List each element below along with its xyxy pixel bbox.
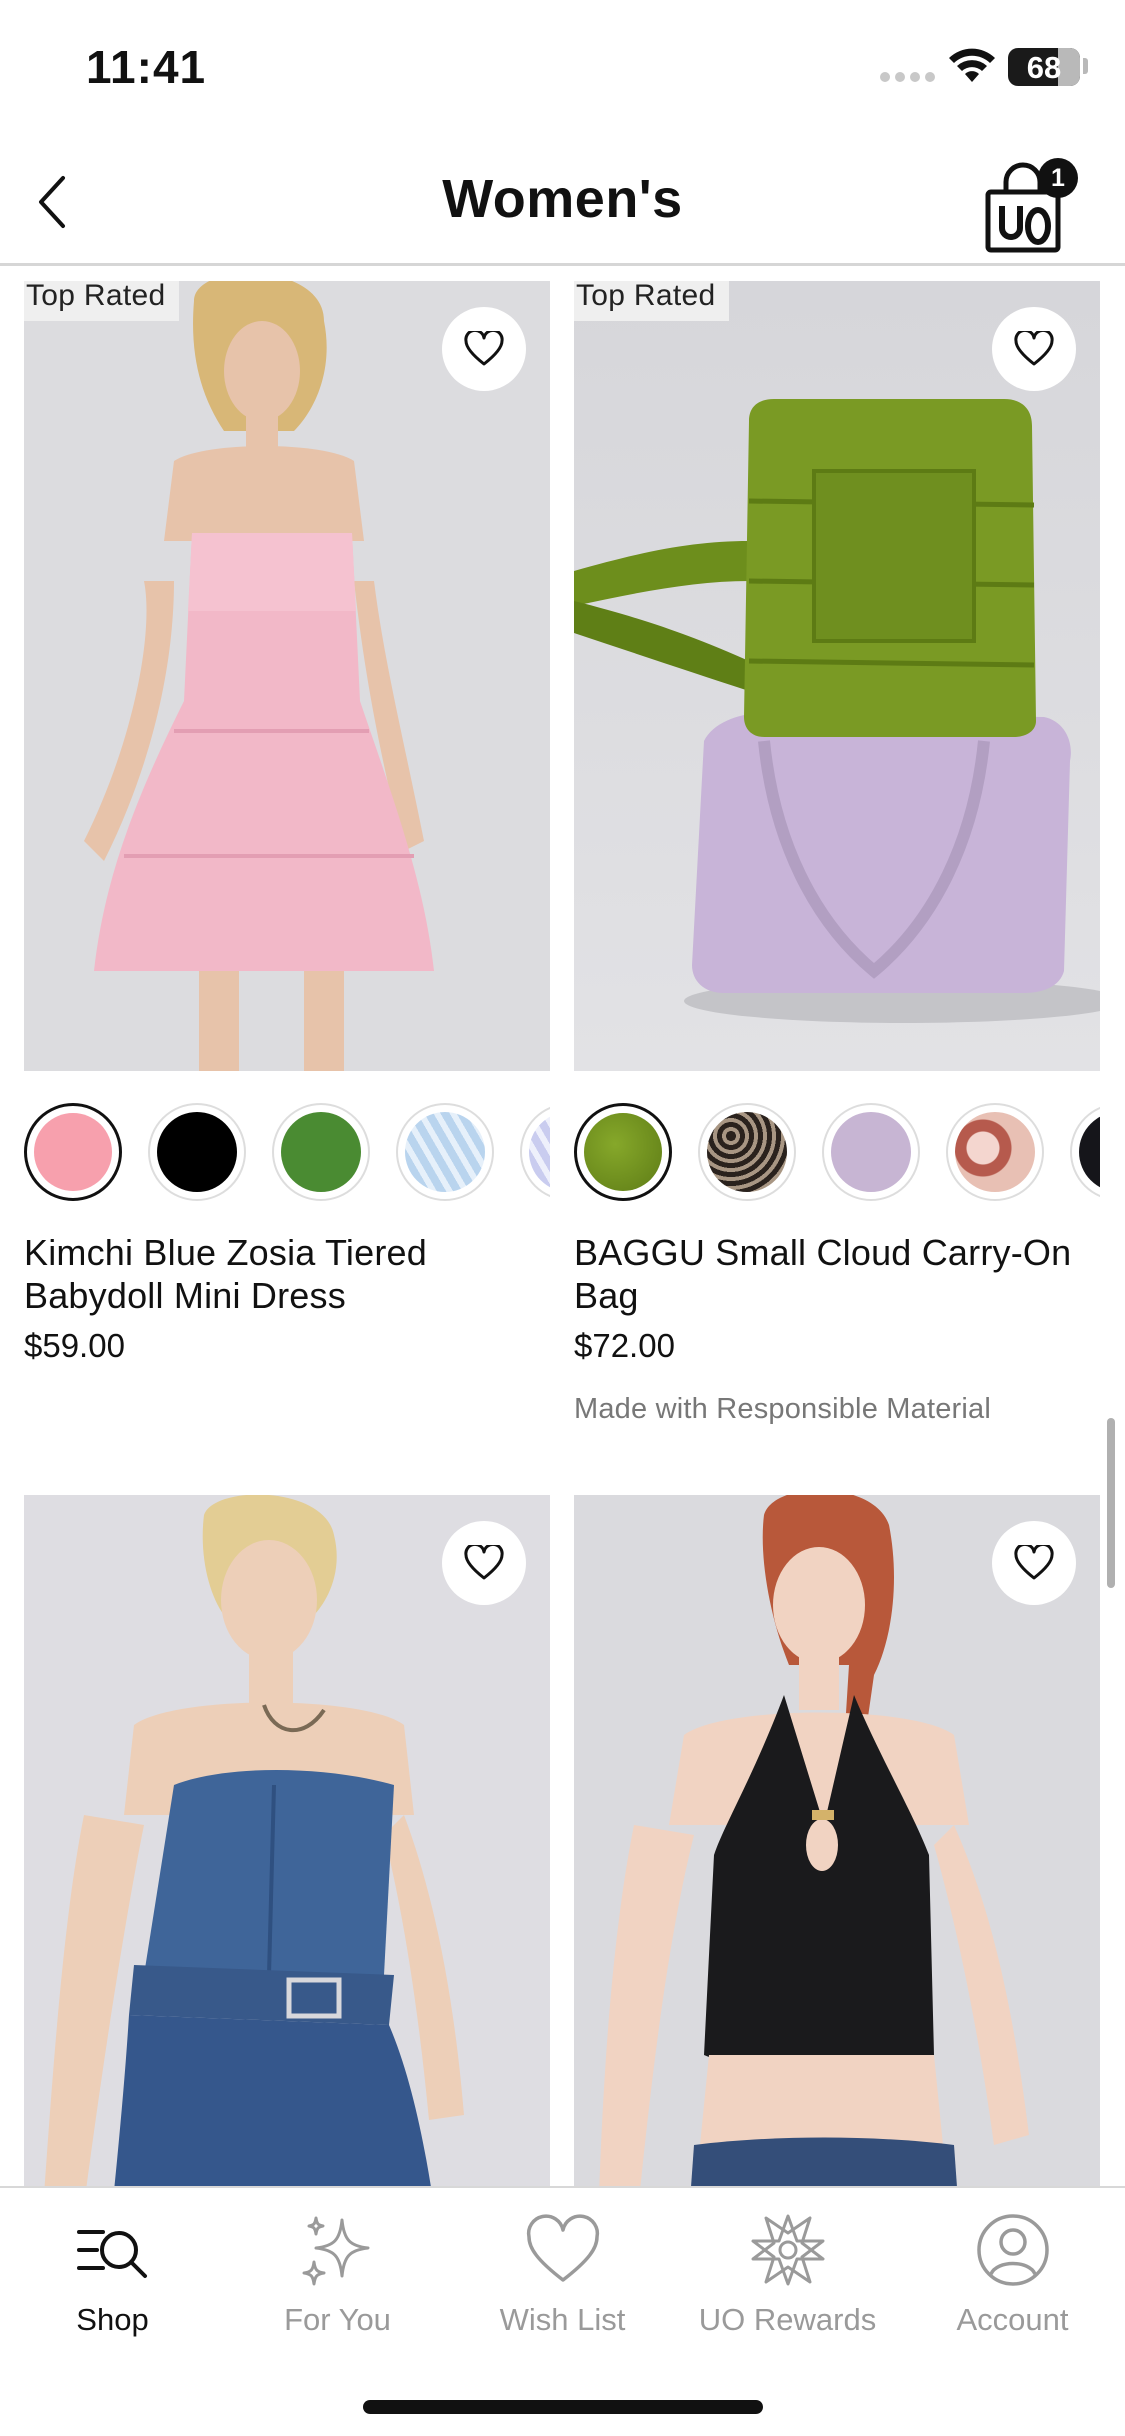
battery-level: 68	[1026, 50, 1062, 85]
tab-label: Shop	[76, 2302, 149, 2337]
color-swatches	[24, 1103, 550, 1201]
color-swatch[interactable]	[148, 1103, 246, 1201]
tab-account[interactable]: Account	[900, 2210, 1125, 2350]
shop-search-icon	[76, 2230, 147, 2278]
top-rated-badge: Top Rated	[24, 281, 180, 321]
tab-shop[interactable]: Shop	[0, 2210, 225, 2350]
tab-label: For You	[284, 2302, 391, 2337]
color-swatch[interactable]	[946, 1103, 1044, 1201]
color-swatches	[574, 1103, 1100, 1201]
tab-label: UO Rewards	[698, 2302, 877, 2337]
account-icon	[976, 2214, 1049, 2286]
product-name[interactable]: BAGGU Small Cloud Carry-On Bag	[574, 1231, 1100, 1317]
status-bar: 11:41 68	[0, 0, 1125, 140]
add-to-wishlist-button[interactable]	[442, 307, 526, 391]
color-swatch[interactable]	[1070, 1103, 1100, 1201]
cellular-signal-icon	[880, 72, 935, 82]
product-card[interactable]: Top Rated BAGGU Small Cloud Carry-On Bag…	[574, 281, 1100, 1425]
product-price: $72.00	[574, 1327, 675, 1364]
battery-icon: 68	[1008, 48, 1080, 86]
heart-icon	[1014, 331, 1054, 366]
product-card[interactable]	[574, 1495, 1100, 2186]
color-swatch[interactable]	[574, 1103, 672, 1201]
home-indicator	[363, 2400, 763, 2414]
product-photo	[574, 281, 1100, 1071]
color-swatch[interactable]	[520, 1103, 550, 1201]
shopping-bag-button[interactable]: 1	[982, 156, 1082, 253]
navigation-header: Women's 1	[0, 140, 1125, 266]
color-swatch[interactable]	[822, 1103, 920, 1201]
product-image[interactable]: Top Rated	[574, 281, 1100, 1071]
bag-count-badge: 1	[1038, 158, 1078, 198]
status-time: 11:41	[86, 41, 207, 93]
scrollbar[interactable]	[1107, 1418, 1115, 1588]
sparkle-icon	[302, 2216, 369, 2286]
heart-icon	[1014, 1545, 1054, 1580]
wifi-icon	[949, 48, 995, 82]
heart-icon	[464, 331, 504, 366]
product-card[interactable]	[24, 1495, 550, 2186]
product-card[interactable]: Top Rated Kimchi Blue Zosia Tiered Babyd…	[24, 281, 550, 1364]
rewards-star-icon	[751, 2214, 824, 2286]
tab-label: Account	[956, 2302, 1069, 2337]
top-rated-badge: Top Rated	[574, 281, 730, 321]
add-to-wishlist-button[interactable]	[992, 307, 1076, 391]
tab-for-you[interactable]: For You	[225, 2210, 450, 2350]
product-photo	[24, 281, 550, 1071]
product-name[interactable]: Kimchi Blue Zosia Tiered Babydoll Mini D…	[24, 1231, 550, 1317]
responsible-material-note: Made with Responsible Material	[574, 1393, 992, 1425]
heart-icon	[526, 2214, 599, 2282]
tab-wish-list[interactable]: Wish List	[450, 2210, 675, 2350]
color-swatch[interactable]	[698, 1103, 796, 1201]
heart-icon	[464, 1545, 504, 1580]
color-swatch[interactable]	[272, 1103, 370, 1201]
product-price: $59.00	[24, 1327, 125, 1364]
add-to-wishlist-button[interactable]	[442, 1521, 526, 1605]
tab-uo-rewards[interactable]: UO Rewards	[675, 2210, 900, 2350]
color-swatch[interactable]	[24, 1103, 122, 1201]
product-image[interactable]: Top Rated	[24, 281, 550, 1071]
add-to-wishlist-button[interactable]	[992, 1521, 1076, 1605]
color-swatch[interactable]	[396, 1103, 494, 1201]
page-title: Women's	[442, 169, 683, 229]
product-grid: Top Rated Kimchi Blue Zosia Tiered Babyd…	[0, 269, 1125, 2186]
product-image[interactable]	[574, 1495, 1100, 2186]
tab-bar: Shop For You Wish List UO Rewards Accoun…	[0, 2186, 1125, 2436]
tab-label: Wish List	[499, 2302, 626, 2337]
product-image[interactable]	[24, 1495, 550, 2186]
